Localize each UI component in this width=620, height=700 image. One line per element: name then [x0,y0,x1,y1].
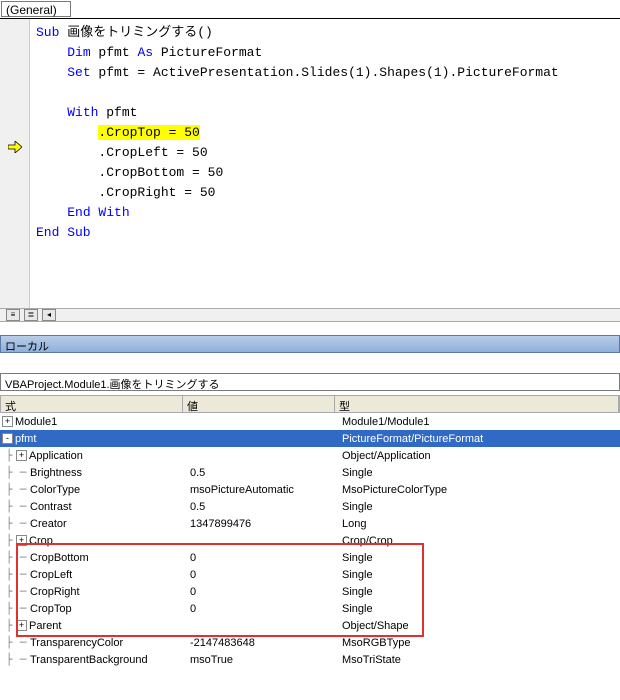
var-name: Parent [29,620,61,632]
var-name: CropTop [30,603,72,615]
locals-row[interactable]: ├─Creator1347899476Long [0,515,620,532]
code-token: Dim [67,45,90,60]
var-name: ColorType [30,484,80,496]
locals-row[interactable]: ├─CropLeft0Single [0,566,620,583]
var-name: Application [29,450,83,462]
var-name: pfmt [15,433,36,445]
var-type: Object/Shape [338,620,620,632]
var-type: Object/Application [338,450,620,462]
locals-header-row: 式 値 型 [0,395,620,413]
locals-row[interactable]: ├─CropRight0Single [0,583,620,600]
var-value: 0 [186,569,338,581]
var-type: Single [338,603,620,615]
locals-context: VBAProject.Module1.画像をトリミングする [0,373,620,391]
var-type: Module1/Module1 [338,416,620,428]
tree-toggle-icon[interactable]: - [2,433,13,444]
code-token: .CropLeft = 50 [98,145,207,160]
tree-toggle-icon[interactable]: + [16,620,27,631]
var-name: TransparencyColor [30,637,123,649]
code-text[interactable]: Sub 画像をトリミングする() Dim pfmt As PictureForm… [30,19,620,308]
var-type: Long [338,518,620,530]
var-name: TransparentBackground [30,654,148,666]
code-editor[interactable]: Sub 画像をトリミングする() Dim pfmt As PictureForm… [0,18,620,308]
locals-row[interactable]: ├─CropBottom0Single [0,549,620,566]
var-value: -2147483648 [186,637,338,649]
locals-table: 式 値 型 +Module1Module1/Module1-pfmtPictur… [0,395,620,700]
var-name: Module1 [15,416,57,428]
var-type: PictureFormat/PictureFormat [338,433,620,445]
code-token: Sub [36,25,59,40]
var-type: Single [338,569,620,581]
locals-row[interactable]: +Module1 Module1/Module1 [0,413,620,430]
code-token: .CropRight = 50 [98,185,215,200]
var-type: Single [338,552,620,564]
header-value[interactable]: 値 [183,396,335,412]
code-token: PictureFormat [153,45,262,60]
var-name: Crop [29,535,53,547]
var-value: 0.5 [186,467,338,479]
locals-row[interactable]: ├─Contrast0.5Single [0,498,620,515]
locals-row[interactable]: ├─ColorTypemsoPictureAutomaticMsoPicture… [0,481,620,498]
procedure-dropdown[interactable]: (General) [1,1,71,17]
var-value: 0.5 [186,501,338,513]
var-type: Single [338,467,620,479]
var-type: Single [338,586,620,598]
code-token: pfmt [98,105,137,120]
var-type: MsoPictureColorType [338,484,620,496]
locals-row[interactable]: ├─CropTop0Single [0,600,620,617]
locals-row[interactable]: ├+CropCrop/Crop [0,532,620,549]
header-expression[interactable]: 式 [1,396,183,412]
var-value: msoPictureAutomatic [186,484,338,496]
var-type: Single [338,501,620,513]
view-toolbar: ≡ ≣ ◂ [0,308,620,322]
var-name: CropLeft [30,569,72,581]
var-value: 0 [186,586,338,598]
tree-toggle-icon[interactable]: + [2,416,13,427]
code-token: .CropBottom = 50 [98,165,223,180]
var-name: Brightness [30,467,82,479]
tree-toggle-icon[interactable]: + [16,450,27,461]
locals-row[interactable]: ├─TransparencyColor-2147483648MsoRGBType [0,634,620,651]
code-token: 画像をトリミングする() [59,25,212,40]
var-name: CropBottom [30,552,89,564]
locals-body: +Module1Module1/Module1-pfmtPictureForma… [0,413,620,668]
code-token: pfmt = ActivePresentation.Slides(1).Shap… [91,65,559,80]
var-name: Contrast [30,501,72,513]
execution-arrow-icon [8,140,22,156]
var-type: MsoRGBType [338,637,620,649]
var-name: CropRight [30,586,80,598]
var-value: 0 [186,552,338,564]
code-token: With [67,105,98,120]
locals-row[interactable]: ├+ApplicationObject/Application [0,447,620,464]
locals-row[interactable]: ├─TransparentBackgroundmsoTrueMsoTriStat… [0,651,620,668]
code-token: pfmt [91,45,138,60]
locals-panel-title: ローカル [0,335,620,353]
var-name: Creator [30,518,67,530]
code-token: Set [67,65,90,80]
var-value: 1347899476 [186,518,338,530]
var-type: MsoTriState [338,654,620,666]
code-token: As [137,45,153,60]
code-token: End Sub [36,225,91,240]
locals-row[interactable]: -pfmt PictureFormat/PictureFormat [0,430,620,447]
header-type[interactable]: 型 [335,396,619,412]
procedure-view-button[interactable]: ≡ [6,309,20,321]
tree-toggle-icon[interactable]: + [16,535,27,546]
scroll-left-button[interactable]: ◂ [42,309,56,321]
var-value: msoTrue [186,654,338,666]
code-token: End With [67,205,129,220]
full-view-button[interactable]: ≣ [24,309,38,321]
current-line: .CropTop = 50 [98,125,199,140]
var-type: Crop/Crop [338,535,620,547]
locals-row[interactable]: ├─Brightness0.5Single [0,464,620,481]
var-value: 0 [186,603,338,615]
locals-row[interactable]: ├+ParentObject/Shape [0,617,620,634]
code-gutter [0,19,30,308]
